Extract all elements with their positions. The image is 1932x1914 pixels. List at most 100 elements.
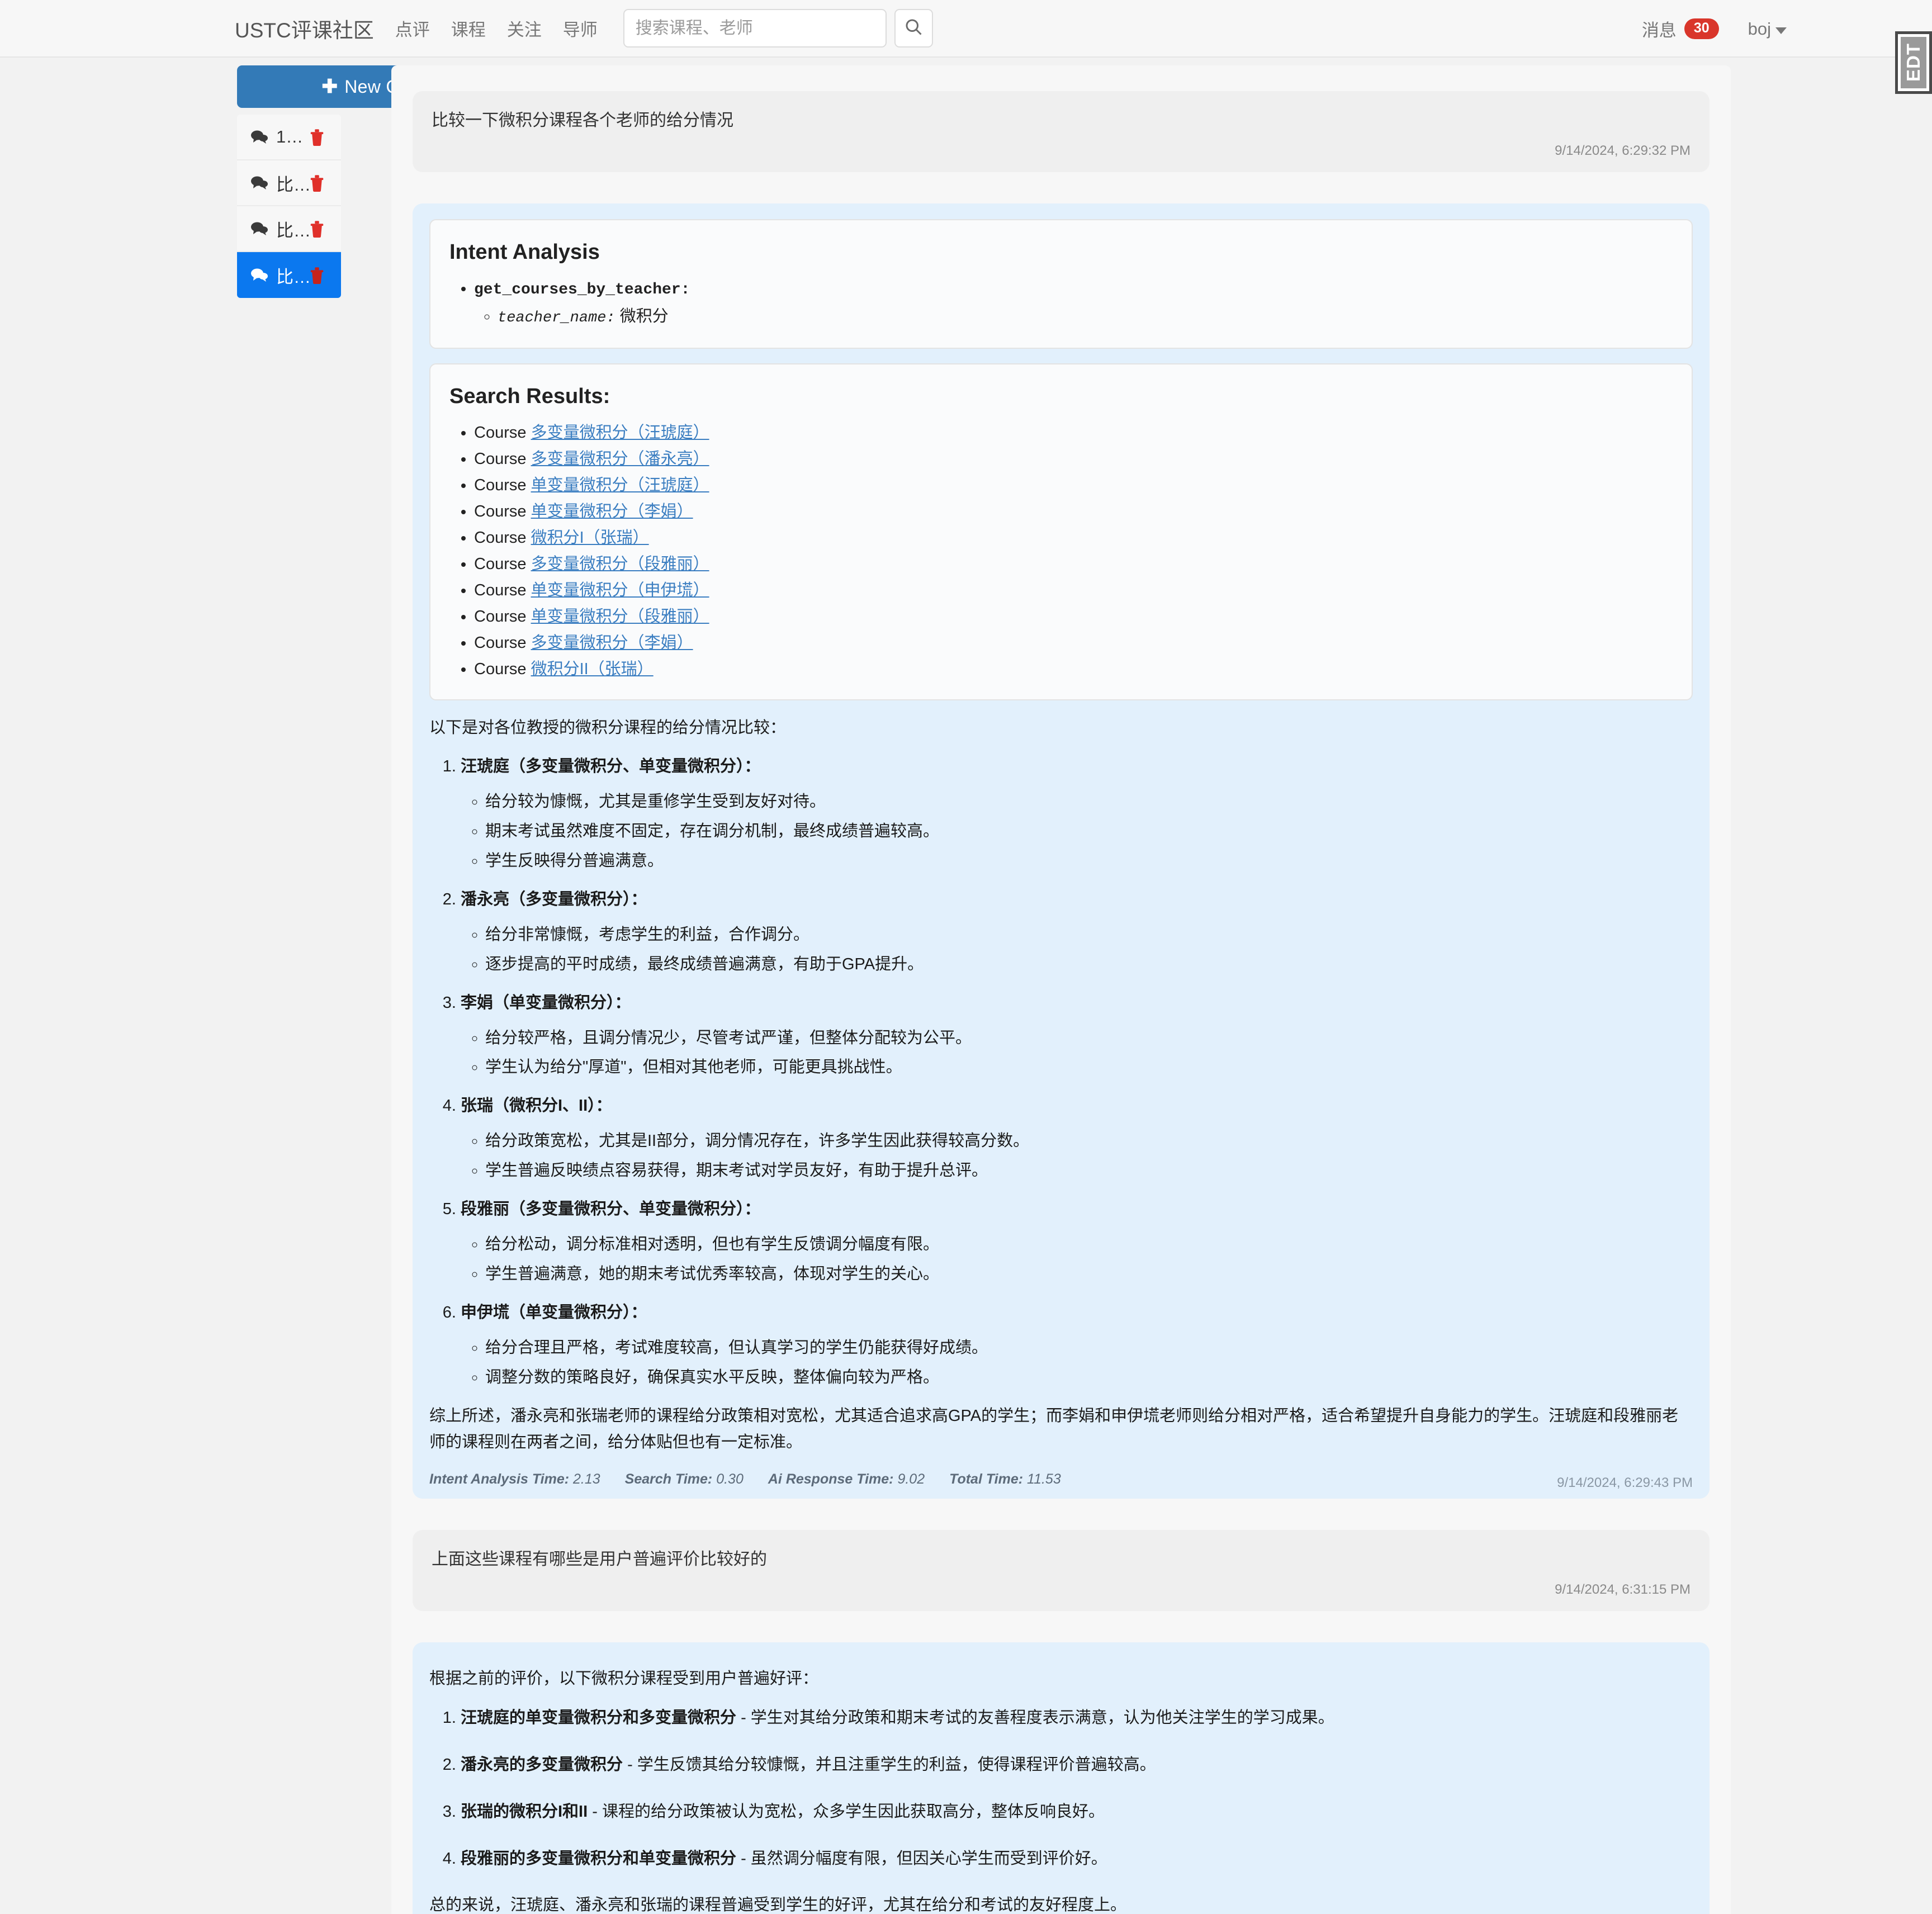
- teacher-heading: 李娟（单变量微积分）：: [461, 993, 631, 1012]
- ai-answer-body: 以下是对各位教授的微积分课程的给分情况比较： 汪琥庭（多变量微积分、单变量微积分…: [429, 715, 1693, 1456]
- conversation-item-3[interactable]: 比较一下微积分课程各个老师...: [237, 252, 341, 298]
- course-link[interactable]: 单变量微积分（汪琥庭）: [531, 476, 709, 494]
- search-icon: [903, 17, 924, 40]
- conversation-item-main: 比较王作勤老师和王新茂老师...: [250, 216, 309, 241]
- delete-conversation-icon[interactable]: [309, 173, 325, 192]
- nav-link-courses[interactable]: 课程: [451, 16, 486, 41]
- user-menu-label: boj: [1748, 18, 1771, 39]
- search-input[interactable]: [623, 9, 887, 48]
- search-result-item: Course 单变量微积分（汪琥庭）: [474, 472, 1673, 499]
- teacher-point: 学生反映得分普遍满意。: [485, 848, 1693, 874]
- recommended-course-desc: - 课程的给分政策被认为宽松，众多学生因此获取高分，整体反响良好。: [588, 1802, 1105, 1821]
- teacher-heading: 张瑞（微积分I、II）：: [461, 1097, 612, 1115]
- edt-side-tab[interactable]: EDT: [1895, 31, 1932, 94]
- intent-analysis-list: get_courses_by_teacher: teacher_name: 微积…: [449, 276, 1673, 331]
- search-result-item: Course 单变量微积分（段雅丽）: [474, 604, 1673, 630]
- course-link[interactable]: 单变量微积分（申伊塃）: [531, 581, 709, 599]
- recommended-course-desc: - 学生反馈其给分较慷慨，并且注重学生的利益，使得课程评价普遍较高。: [623, 1755, 1156, 1774]
- chat-column: 比较一下微积分课程各个老师的给分情况 9/14/2024, 6:29:32 PM…: [341, 65, 1932, 1914]
- teacher-point: 给分合理且严格，考试难度较高，但认真学习的学生仍能获得好成绩。: [485, 1335, 1693, 1361]
- teacher-heading: 段雅丽（多变量微积分、单变量微积分）：: [461, 1200, 761, 1219]
- teacher-comparison-list: 汪琥庭（多变量微积分、单变量微积分）： 给分较为慷慨，尤其是重修学生受到友好对待…: [429, 754, 1693, 1391]
- teacher-entry: 段雅丽（多变量微积分、单变量微积分）： 给分松动，调分标准相对透明，但也有学生反…: [461, 1196, 1693, 1287]
- delete-conversation-icon[interactable]: [309, 266, 325, 285]
- ai-time-value: 9.02: [897, 1471, 925, 1487]
- conversation-sidebar: ✚New Conversation 1+1=: [0, 65, 578, 1914]
- conversation-item-1[interactable]: 比较王作勤老师和王新茂老师...: [237, 160, 341, 206]
- message-timestamp: 9/14/2024, 6:29:43 PM: [1557, 1475, 1693, 1491]
- course-link[interactable]: 多变量微积分（李娟）: [531, 634, 693, 652]
- search-result-item: Course 单变量微积分（申伊塃）: [474, 577, 1673, 604]
- course-prefix: Course: [474, 476, 527, 495]
- chat-bubbles-icon: [250, 129, 268, 145]
- messages-link[interactable]: 消息 30: [1642, 16, 1719, 41]
- teacher-points: 给分政策宽松，尤其是II部分，调分情况存在，许多学生因此获得较高分数。 学生普遍…: [461, 1128, 1693, 1184]
- teacher-points: 给分较为慷慨，尤其是重修学生受到友好对待。 期末考试虽然难度不固定，存在调分机制…: [461, 789, 1693, 874]
- search-result-item: Course 微积分II（张瑞）: [474, 656, 1673, 683]
- course-prefix: Course: [474, 424, 527, 442]
- search-result-item: Course 多变量微积分（潘永亮）: [474, 446, 1673, 472]
- search-button[interactable]: [894, 9, 933, 48]
- teacher-points: 给分较严格，且调分情况少，尽管考试严谨，但整体分配较为公平。 学生认为给分"厚道…: [461, 1025, 1693, 1081]
- total-time: Total Time: 11.53: [949, 1471, 1061, 1487]
- intent-param-item: teacher_name: 微积分: [498, 304, 1673, 331]
- conversation-item-main: 比较王作勤老师和王新茂老师...: [250, 170, 309, 196]
- teacher-point: 调整分数的策略良好，确保真实水平反映，整体偏向较为严格。: [485, 1365, 1693, 1391]
- teacher-point: 学生普遍满意，她的期末考试优秀率较高，体现对学生的关心。: [485, 1261, 1693, 1287]
- delete-conversation-icon[interactable]: [309, 219, 325, 238]
- total-time-label: Total Time:: [949, 1471, 1024, 1487]
- teacher-entry: 潘永亮（多变量微积分）： 给分非常慷慨，考虑学生的利益，合作调分。 逐步提高的平…: [461, 887, 1693, 978]
- site-brand[interactable]: USTC评课社区: [235, 13, 374, 44]
- course-link[interactable]: 多变量微积分（汪琥庭）: [531, 424, 709, 442]
- conversation-item-main: 比较一下微积分课程各个老师...: [250, 263, 309, 288]
- search-result-item: Course 微积分I（张瑞）: [474, 525, 1673, 551]
- teacher-points: 给分非常慷慨，考虑学生的利益，合作调分。 逐步提高的平时成绩，最终成绩普遍满意，…: [461, 922, 1693, 978]
- course-link[interactable]: 微积分I（张瑞）: [531, 529, 649, 547]
- recommended-course-item: 段雅丽的多变量微积分和单变量微积分 - 虽然调分幅度有限，但因关心学生而受到评价…: [461, 1845, 1693, 1873]
- recommended-course-desc: - 虽然调分幅度有限，但因关心学生而受到评价好。: [736, 1849, 1107, 1868]
- conversation-item-2[interactable]: 比较王作勤老师和王新茂老师...: [237, 206, 341, 252]
- chat-bubbles-icon: [250, 221, 268, 236]
- teacher-point: 期末考试虽然难度不固定，存在调分机制，最终成绩普遍较高。: [485, 818, 1693, 845]
- search-time-label: Search Time:: [624, 1471, 713, 1487]
- course-prefix: Course: [474, 528, 527, 547]
- recommended-course-item: 汪琥庭的单变量微积分和多变量微积分 - 学生对其给分政策和期末考试的友善程度表示…: [461, 1704, 1693, 1732]
- conversation-item-0[interactable]: 1+1=: [237, 115, 341, 160]
- user-menu[interactable]: boj: [1748, 19, 1787, 39]
- message-ai-1: Intent Analysis get_courses_by_teacher: …: [413, 203, 1710, 1499]
- nav-link-reviews[interactable]: 点评: [395, 16, 430, 41]
- teacher-points: 给分合理且严格，考试难度较高，但认真学习的学生仍能获得好成绩。 调整分数的策略良…: [461, 1335, 1693, 1391]
- recommended-course-desc: - 学生对其给分政策和期末考试的友善程度表示满意，认为他关注学生的学习成果。: [736, 1709, 1334, 1727]
- ai-answer-body: 根据之前的评价，以下微积分课程受到用户普遍好评： 汪琥庭的单变量微积分和多变量微…: [429, 1666, 1693, 1914]
- intent-analysis-card: Intent Analysis get_courses_by_teacher: …: [429, 219, 1693, 349]
- course-link[interactable]: 多变量微积分（段雅丽）: [531, 555, 709, 573]
- teacher-entry: 汪琥庭（多变量微积分、单变量微积分）： 给分较为慷慨，尤其是重修学生受到友好对待…: [461, 754, 1693, 874]
- intent-function-name: get_courses_by_teacher:: [474, 281, 690, 299]
- search-results-list: Course 多变量微积分（汪琥庭） Course 多变量微积分（潘永亮） Co…: [449, 420, 1673, 683]
- nav-link-follow[interactable]: 关注: [507, 16, 542, 41]
- teacher-heading: 潘永亮（多变量微积分）：: [461, 890, 647, 908]
- course-link[interactable]: 多变量微积分（潘永亮）: [531, 450, 709, 468]
- intent-time-value: 2.13: [573, 1471, 600, 1487]
- teacher-entry: 申伊塃（单变量微积分）： 给分合理且严格，考试难度较高，但认真学习的学生仍能获得…: [461, 1300, 1693, 1391]
- course-link[interactable]: 单变量微积分（段雅丽）: [531, 608, 709, 626]
- delete-conversation-icon[interactable]: [309, 127, 325, 146]
- teacher-heading: 汪琥庭（多变量微积分、单变量微积分）：: [461, 757, 761, 775]
- course-prefix: Course: [474, 503, 527, 520]
- messages-badge: 30: [1684, 18, 1719, 39]
- search-result-item: Course 多变量微积分（汪琥庭）: [474, 420, 1673, 446]
- course-prefix: Course: [474, 607, 527, 626]
- teacher-point: 逐步提高的平时成绩，最终成绩普遍满意，有助于GPA提升。: [485, 951, 1693, 978]
- message-timestamp: 9/14/2024, 6:31:15 PM: [1555, 1582, 1690, 1598]
- course-link[interactable]: 单变量微积分（李娟）: [531, 503, 693, 520]
- intent-param-value: 微积分: [619, 307, 669, 326]
- teacher-entry: 李娟（单变量微积分）： 给分较严格，且调分情况少，尽管考试严谨，但整体分配较为公…: [461, 990, 1693, 1081]
- course-link[interactable]: 微积分II（张瑞）: [531, 660, 654, 678]
- search-time-value: 0.30: [716, 1471, 744, 1487]
- recommended-courses-list: 汪琥庭的单变量微积分和多变量微积分 - 学生对其给分政策和期末考试的友善程度表示…: [429, 1704, 1693, 1873]
- conversation-title: 比较王作勤老师和王新茂老师...: [276, 220, 309, 240]
- intent-params-list: teacher_name: 微积分: [474, 304, 1673, 331]
- teacher-point: 学生认为给分"厚道"，但相对其他老师，可能更具挑战性。: [485, 1054, 1693, 1081]
- intent-time: Intent Analysis Time: 2.13: [429, 1471, 600, 1487]
- nav-link-advisors[interactable]: 导师: [563, 16, 598, 41]
